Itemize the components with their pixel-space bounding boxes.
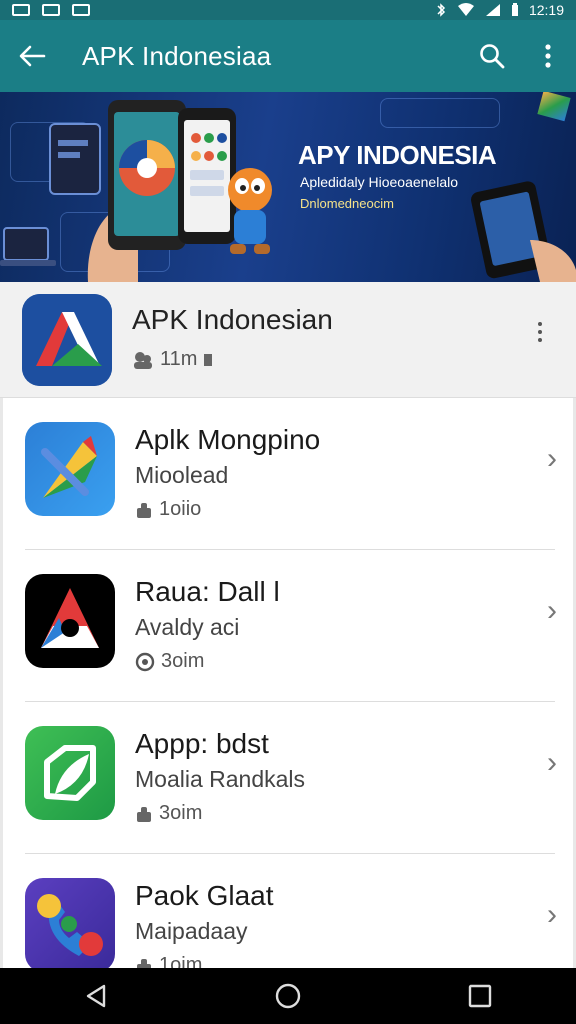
app-meta: 1oim [135, 954, 202, 968]
app-name: Aplk Mongpino [135, 424, 321, 455]
overflow-menu-button[interactable] [520, 20, 576, 92]
banner-decoration [380, 98, 500, 128]
app-meta: 1oiio [135, 498, 201, 521]
clock-icon [135, 652, 155, 671]
nav-home-button[interactable] [258, 968, 318, 1024]
more-vert-icon [538, 322, 542, 326]
app-name: Appp: bdst [135, 728, 269, 759]
chevron-right-icon: › [547, 746, 557, 779]
app-name: Raua: Dall l [135, 576, 280, 607]
page-title: APK Indonesiaa [82, 40, 272, 71]
search-button[interactable] [464, 20, 520, 92]
lock-icon [137, 958, 151, 968]
list-item[interactable]: Appp: bdst Moalia Randkals 3oim › [3, 702, 573, 854]
notification-icon [42, 4, 60, 16]
pin-icon [25, 422, 115, 516]
app-bar: APK Indonesiaa [0, 20, 576, 92]
people-icon [134, 351, 152, 369]
arrow-back-icon [19, 45, 46, 67]
home-circle-icon [275, 983, 301, 1009]
signal-icon [485, 4, 500, 16]
app-meta: 3oim [135, 650, 204, 673]
featured-app-menu-button[interactable] [526, 312, 554, 352]
recents-square-icon [468, 984, 492, 1008]
app-subtitle: Avaldy aci [135, 614, 240, 640]
laptop-illustration [0, 227, 56, 266]
status-notifications [12, 4, 90, 16]
featured-app-meta: 11m [132, 348, 213, 371]
status-indicators: 12:19 [435, 2, 564, 18]
more-vert-icon [545, 44, 551, 68]
banner-decoration [537, 92, 571, 122]
list-item[interactable]: Paok Glaat Maipadaay 1oim › [3, 854, 573, 968]
lock-icon [137, 806, 151, 822]
back-triangle-icon [86, 984, 106, 1008]
status-bar: 12:19 [0, 0, 576, 20]
chevron-right-icon: › [547, 594, 557, 627]
app-size: 3oim [159, 802, 203, 824]
app-size: 3oim [161, 650, 205, 672]
mascot-illustration [228, 168, 272, 254]
featured-app-name: APK Indonesian [132, 304, 333, 335]
back-button[interactable] [0, 20, 64, 92]
phone-illustration [471, 181, 576, 282]
promo-banner[interactable]: APY INDONESIA Apledidaly Hioeoaenelalo D… [0, 92, 576, 282]
list-item[interactable]: Aplk Mongpino Mioolead 1oiio › [3, 398, 573, 550]
notification-icon [12, 4, 30, 16]
search-icon [480, 44, 505, 69]
system-nav-bar [0, 968, 576, 1024]
status-time: 12:19 [528, 2, 564, 18]
banner-tagline: Dnlomedneocim [300, 196, 394, 211]
app-subtitle: Moalia Randkals [135, 766, 306, 792]
bluetooth-icon [437, 3, 446, 17]
phone-icon [25, 878, 115, 968]
app-size: 1oiio [159, 498, 202, 520]
app-subtitle: Maipadaay [135, 918, 248, 944]
chevron-right-icon: › [547, 442, 557, 475]
notification-icon [72, 4, 90, 16]
app-list: Aplk Mongpino Mioolead 1oiio › Raua: Dal… [0, 398, 576, 968]
battery-icon [511, 3, 518, 16]
app-name: Paok Glaat [135, 880, 274, 911]
banner-subtitle: Apledidaly Hioeoaenelalo [300, 174, 459, 190]
nav-back-button[interactable] [66, 968, 126, 1024]
app-meta: 3oim [135, 802, 202, 825]
wifi-icon [457, 3, 474, 16]
list-item[interactable]: Raua: Dall l Avaldy aci 3oim › [3, 550, 573, 702]
featured-app[interactable]: APK Indonesian 11m [0, 282, 576, 398]
app-subtitle: Mioolead [135, 462, 229, 488]
chevron-right-icon: › [547, 898, 557, 931]
banner-title: APY INDONESIA [298, 140, 497, 170]
nav-recents-button[interactable] [450, 968, 510, 1024]
app-size: 1oim [159, 954, 203, 968]
featured-app-size: 11m [160, 348, 198, 370]
leaf-icon [25, 726, 115, 820]
apk-indonesian-app-icon [22, 294, 112, 386]
download-icon [204, 353, 213, 366]
a-logo-icon [25, 574, 115, 668]
lock-icon [137, 502, 151, 518]
